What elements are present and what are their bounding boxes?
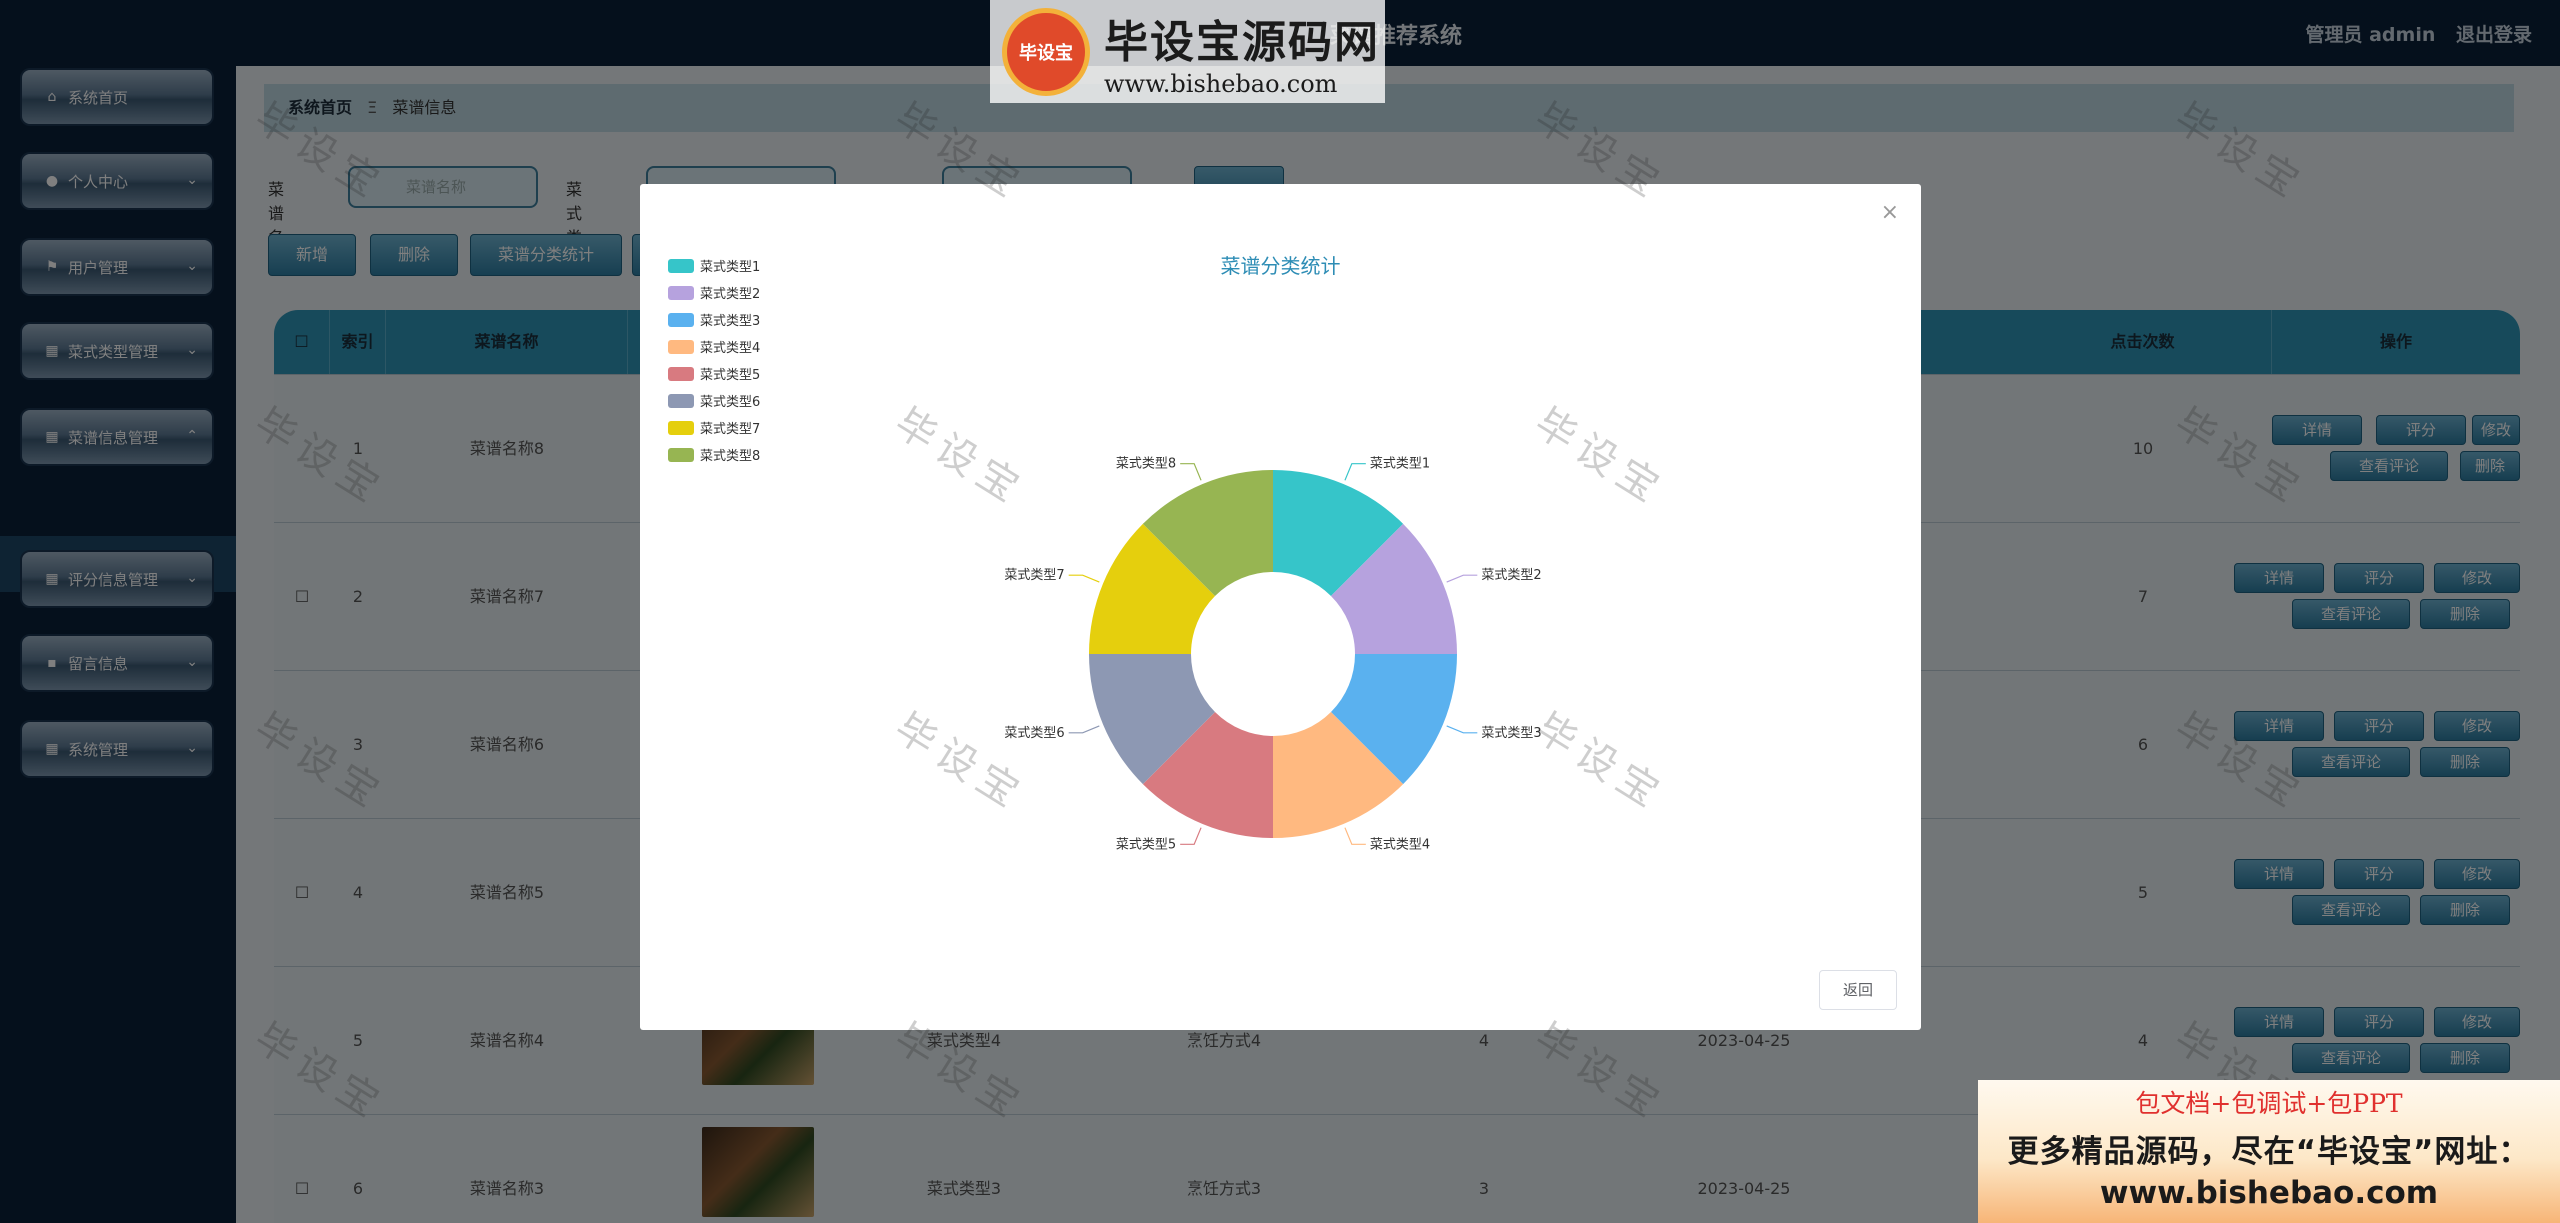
label-leader-line bbox=[1446, 574, 1478, 583]
label-leader-line bbox=[1344, 463, 1366, 481]
ad-banner[interactable]: 包文档+包调试+包PPT 更多精品源码，尽在“毕设宝”网址： www.bishe… bbox=[1978, 1080, 2560, 1223]
slice-label: 菜式类型1 bbox=[1370, 457, 1430, 472]
donut-chart: 菜式类型1 菜式类型2 菜式类型3 菜式类型4 菜式类型5 菜式类型6 菜式类型7 菜式类型8 bbox=[1004, 457, 1541, 853]
slice-label: 菜式类型3 bbox=[1481, 726, 1541, 741]
logo-badge: 毕设宝 bbox=[1002, 7, 1090, 96]
logo-url: www.bishebao.com bbox=[1104, 69, 1338, 98]
ad-line-1: 包文档+包调试+包PPT bbox=[2135, 1089, 2403, 1118]
label-leader-line bbox=[1180, 827, 1202, 845]
slice-label: 菜式类型8 bbox=[1116, 457, 1176, 472]
ad-line-3: www.bishebao.com bbox=[2099, 1175, 2439, 1211]
slice-label: 菜式类型6 bbox=[1004, 726, 1064, 741]
slice-label: 菜式类型2 bbox=[1481, 568, 1541, 583]
logo-title: 毕设宝源码网 bbox=[1104, 16, 1380, 68]
label-leader-line bbox=[1446, 725, 1478, 734]
logo-text: 毕设宝源码网 www.bishebao.com bbox=[1104, 6, 1380, 98]
label-leader-line bbox=[1068, 574, 1100, 583]
label-leader-line bbox=[1068, 725, 1100, 734]
label-leader-line bbox=[1344, 827, 1366, 845]
watermark-logo: 毕设宝 毕设宝源码网 www.bishebao.com bbox=[990, 0, 1385, 103]
back-button[interactable]: 返回 bbox=[1819, 970, 1897, 1010]
stats-dialog: × 菜谱分类统计 菜式类型1 菜式类型2 菜式类型3 菜式类型4 菜式类型5 菜… bbox=[640, 184, 1921, 1030]
ad-line-2: 更多精品源码，尽在“毕设宝”网址： bbox=[2007, 1134, 2531, 1170]
slice-label: 菜式类型5 bbox=[1116, 837, 1176, 852]
slice-label: 菜式类型4 bbox=[1370, 837, 1430, 852]
slice-label: 菜式类型7 bbox=[1004, 568, 1064, 583]
label-leader-line bbox=[1180, 463, 1202, 481]
